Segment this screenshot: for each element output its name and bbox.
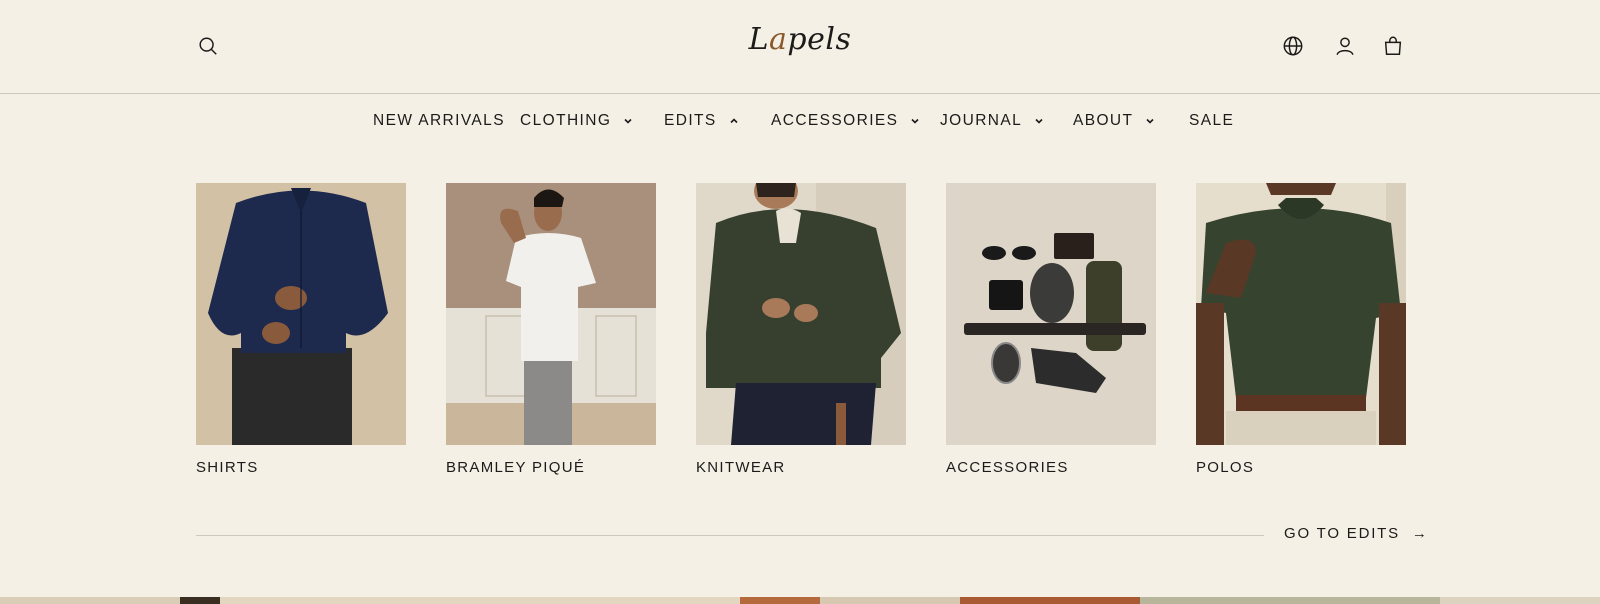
nav-label: EDITS — [664, 112, 717, 129]
nav-item-about[interactable]: ABOUT — [1073, 112, 1155, 130]
nav-item-clothing[interactable]: CLOTHING — [520, 112, 633, 130]
bramley-pique-image — [446, 183, 656, 445]
nav-label: SALE — [1189, 112, 1235, 129]
user-icon[interactable] — [1333, 34, 1357, 58]
search-icon[interactable] — [196, 34, 220, 58]
edit-card-label: POLOS — [1196, 459, 1255, 476]
nav-item-sale[interactable]: SALE — [1189, 112, 1234, 130]
logo-text-start: L — [748, 22, 770, 57]
edit-card-accessories[interactable]: ACCESSORIES — [946, 183, 1156, 476]
go-to-edits-link[interactable]: GO TO EDITS → — [1284, 525, 1429, 542]
logo-text-end: pels — [787, 22, 852, 57]
edit-card-label: ACCESSORIES — [946, 459, 1069, 476]
chevron-up-icon — [729, 116, 739, 126]
main-navigation: NEW ARRIVALS CLOTHING EDITS ACCESSORIES … — [0, 94, 1600, 150]
edit-card-knitwear[interactable]: KNITWEAR — [696, 183, 906, 476]
chevron-down-icon — [623, 116, 633, 126]
site-header: Lapels — [0, 0, 1600, 94]
edit-card-polos[interactable]: POLOS — [1196, 183, 1406, 476]
nav-label: JOURNAL — [940, 112, 1023, 129]
arrow-right-icon: → — [1411, 525, 1429, 542]
globe-icon[interactable] — [1281, 34, 1305, 58]
shirts-image — [196, 183, 406, 445]
chevron-down-icon — [1145, 116, 1155, 126]
knitwear-image — [696, 183, 906, 445]
nav-item-new-arrivals[interactable]: NEW ARRIVALS — [373, 112, 505, 130]
edit-card-label: BRAMLEY PIQUÉ — [446, 459, 586, 476]
bag-icon[interactable] — [1381, 34, 1405, 58]
hero-image-strip — [0, 597, 1600, 604]
edit-card-shirts[interactable]: SHIRTS — [196, 183, 406, 476]
edit-card-label: KNITWEAR — [696, 459, 786, 476]
nav-label: CLOTHING — [520, 112, 612, 129]
nav-item-edits[interactable]: EDITS — [664, 112, 739, 130]
divider-line — [196, 535, 1264, 536]
chevron-down-icon — [910, 116, 920, 126]
go-to-edits-label: GO TO EDITS — [1284, 525, 1400, 542]
edit-card-bramley-pique[interactable]: BRAMLEY PIQUÉ — [446, 183, 656, 476]
nav-label: ABOUT — [1073, 112, 1134, 129]
nav-item-journal[interactable]: JOURNAL — [940, 112, 1044, 130]
nav-item-accessories[interactable]: ACCESSORIES — [771, 112, 920, 130]
logo-text-accent: a — [769, 22, 788, 57]
polos-image — [1196, 183, 1406, 445]
brand-logo[interactable]: Lapels — [0, 22, 1600, 57]
nav-label: ACCESSORIES — [771, 112, 899, 129]
edit-card-label: SHIRTS — [196, 459, 259, 476]
accessories-image — [946, 183, 1156, 445]
chevron-down-icon — [1034, 116, 1044, 126]
nav-label: NEW ARRIVALS — [373, 112, 505, 129]
